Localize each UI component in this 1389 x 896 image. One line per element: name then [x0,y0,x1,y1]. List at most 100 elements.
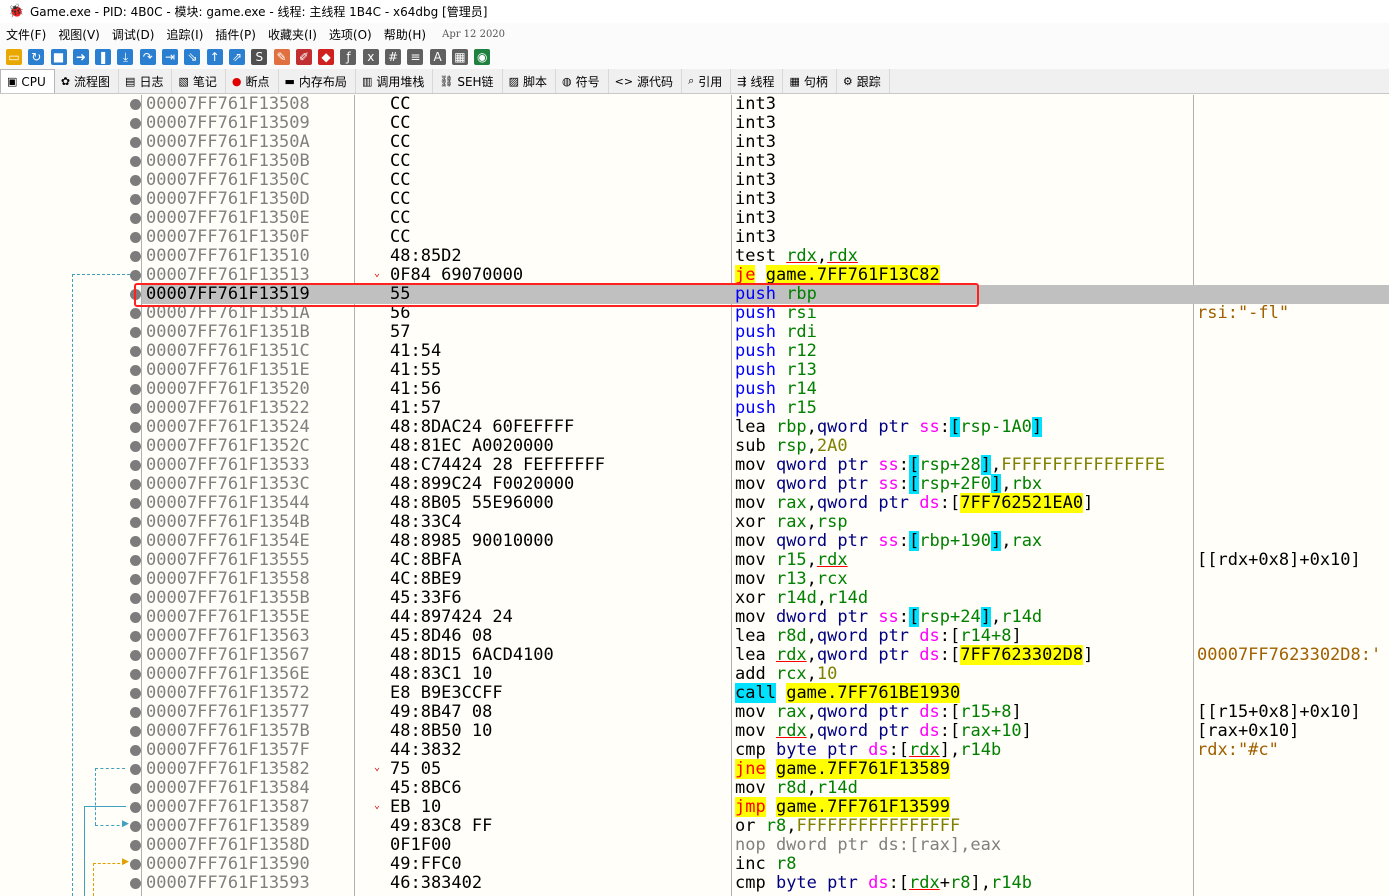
disasm-row[interactable]: 00007FF761F13590 49:FFC0 inc r8 [0,855,1389,874]
restart-icon[interactable]: ↻ [28,49,45,65]
breakpoint-dot-icon[interactable] [130,517,141,528]
font-icon[interactable]: A [429,49,446,65]
breakpoint-dot-icon[interactable] [130,213,141,224]
menu-help[interactable]: 帮助(H) [384,26,426,43]
trace-into-icon[interactable]: ⇥ [162,49,179,65]
tab-references[interactable]: ⌕ 引用 [682,69,732,93]
breakpoint-dot-icon[interactable] [130,232,141,243]
disasm-row[interactable]: 00007FF761F1358D 0F1F00 nop dword ptr ds:[… [0,836,1389,855]
calculator-icon[interactable]: ▦ [451,49,468,65]
breakpoint-dot-icon[interactable] [130,460,141,471]
step-into-icon[interactable]: ⤓ [117,49,134,65]
disasm-row[interactable]: 00007FF761F13555 4C:8BFA mov r15,rdx [[rdx+… [0,551,1389,570]
disasm-row[interactable]: 00007FF761F13567 48:8D15 6ACD4100 lea rdx,… [0,645,1389,665]
stop-icon[interactable]: ■ [50,49,67,65]
tab-cpu[interactable]: ▣ CPU [0,69,55,93]
open-icon[interactable]: ▭ [6,49,22,65]
disasm-row[interactable]: 00007FF761F1354B 48:33C4 xor rax,rsp [0,513,1389,532]
disassembly-view[interactable]: 00007FF761F13508 CC int3 00007FF761F13509 CC… [0,95,1389,896]
breakpoint-dot-icon[interactable] [130,327,141,338]
tab-memory[interactable]: ▬ 内存布局 [279,69,356,93]
disasm-row[interactable]: 00007FF761F13577 49:8B47 08 mov rax,qword … [0,703,1389,722]
disasm-row[interactable]: 00007FF761F13558 4C:8BE9 mov r13,rcx [0,570,1389,589]
tab-graph[interactable]: ✿ 流程图 [55,69,120,93]
menu-plugins[interactable]: 插件(P) [215,26,256,43]
breakpoint-dot-icon[interactable] [130,270,141,281]
patches-icon[interactable]: ✎ [273,49,290,65]
breakpoint-dot-icon[interactable] [130,251,141,262]
tab-log[interactable]: ▤ 日志 [119,69,173,93]
disasm-row[interactable]: 00007FF761F13508 CC int3 [0,95,1389,114]
breakpoint-dot-icon[interactable] [130,593,141,604]
disasm-row[interactable]: 00007FF761F13509 CC int3 [0,114,1389,133]
disasm-row[interactable]: 00007FF761F13587 ⌄ EB 10 jmp game.7FF761F13… [0,797,1389,817]
tab-handles[interactable]: ▦ 句柄 [783,69,837,93]
labels-icon[interactable]: ◆ [318,49,335,65]
disasm-row[interactable]: 00007FF761F13582 ⌄ 75 05 jne game.7FF761F13… [0,759,1389,779]
breakpoint-dot-icon[interactable] [130,555,141,566]
breakpoint-dot-icon[interactable] [130,631,141,642]
hash-icon[interactable]: ≡ [407,49,424,65]
disasm-row[interactable]: 00007FF761F1353C 48:899C24 F0020000 mov qw… [0,474,1389,494]
bookmarks-icon[interactable]: ƒ [340,49,357,65]
disasm-row[interactable]: 00007FF761F13522 41:57 push r15 [0,399,1389,418]
tab-callstack[interactable]: ▥ 调用堆栈 [356,69,434,93]
breakpoint-dot-icon[interactable] [130,612,141,623]
disasm-row[interactable]: 00007FF761F1352C 48:81EC A0020000 sub rsp,… [0,437,1389,456]
breakpoint-dot-icon[interactable] [130,878,141,889]
menu-file[interactable]: 文件(F) [6,26,46,43]
tab-threads[interactable]: ⇶ 线程 [731,69,784,93]
menu-view[interactable]: 视图(V) [58,26,100,43]
tab-trace[interactable]: ⚙ 跟踪 [837,69,890,93]
disasm-row[interactable]: 00007FF761F1350F CC int3 [0,228,1389,247]
breakpoint-dot-icon[interactable] [130,118,141,129]
breakpoint-dot-icon[interactable] [130,859,141,870]
functions-icon[interactable]: x [362,49,379,65]
breakpoint-dot-icon[interactable] [130,99,141,110]
disasm-row[interactable]: 00007FF761F1350A CC int3 [0,133,1389,152]
disasm-row[interactable]: 00007FF761F1354E 48:8985 90010000 mov qwor… [0,531,1389,551]
breakpoint-dot-icon[interactable] [130,574,141,585]
tab-script[interactable]: ▨ 脚本 [503,69,556,93]
disasm-row[interactable]: 00007FF761F13510 48:85D2 test rdx,rdx [0,247,1389,266]
disasm-row[interactable]: 00007FF761F13593 46:383402 cmp byte ptr ds… [0,874,1389,893]
breakpoint-dot-icon[interactable] [130,536,141,547]
breakpoint-dot-icon[interactable] [130,403,141,414]
help-icon[interactable]: ◉ [474,49,491,65]
menu-favourites[interactable]: 收藏夹(I) [268,26,317,43]
disasm-row[interactable]: 00007FF761F13533 48:C74424 28 FEFFFFFF mov… [0,455,1389,475]
execute-till-return-icon[interactable]: ↑ [206,49,223,65]
breakpoint-dot-icon[interactable] [130,346,141,357]
breakpoint-dot-icon[interactable] [130,726,141,737]
menu-trace[interactable]: 追踪(I) [166,26,203,43]
breakpoint-dot-icon[interactable] [130,764,141,775]
breakpoint-dot-icon[interactable] [130,365,141,376]
disasm-row[interactable]: 00007FF761F1355B 45:33F6 xor r14d,r14d [0,589,1389,608]
breakpoint-dot-icon[interactable] [130,441,141,452]
disasm-row[interactable]: 00007FF761F13544 48:8B05 55E96000 mov rax,… [0,493,1389,513]
tab-seh[interactable]: ⛓ SEH链 [433,69,503,93]
disasm-row[interactable]: 00007FF761F1355E 44:897424 24 mov dword pt… [0,607,1389,627]
disasm-row[interactable]: 00007FF761F1351B 57 push rdi [0,323,1389,342]
disasm-row[interactable]: 00007FF761F1351E 41:55 push r13 [0,361,1389,380]
disasm-row[interactable]: 00007FF761F1356E 48:83C1 10 add rcx,10 [0,665,1389,684]
menu-debug[interactable]: 调试(D) [112,26,155,43]
tab-breakpoint[interactable]: ● 断点 [226,69,279,93]
tab-source[interactable]: <> 源代码 [609,69,683,93]
breakpoint-dot-icon[interactable] [130,479,141,490]
disasm-row[interactable]: 00007FF761F1350B CC int3 [0,152,1389,171]
variables-icon[interactable]: # [385,49,402,65]
breakpoint-dot-icon[interactable] [130,688,141,699]
disasm-row[interactable]: 00007FF761F1357F 44:3832 cmp byte ptr ds:[… [0,741,1389,760]
menu-options[interactable]: 选项(O) [329,26,372,43]
breakpoint-dot-icon[interactable] [130,840,141,851]
breakpoint-dot-icon[interactable] [130,669,141,680]
comments-icon[interactable]: ✐ [295,49,312,65]
breakpoint-dot-icon[interactable] [130,422,141,433]
run-icon[interactable]: ➜ [72,49,89,65]
trace-over-icon[interactable]: ⇘ [184,49,201,65]
step-over-icon[interactable]: ↷ [139,49,156,65]
breakpoint-dot-icon[interactable] [130,175,141,186]
breakpoint-dot-icon[interactable] [130,137,141,148]
run-to-user-code-icon[interactable]: ⇗ [228,49,245,65]
